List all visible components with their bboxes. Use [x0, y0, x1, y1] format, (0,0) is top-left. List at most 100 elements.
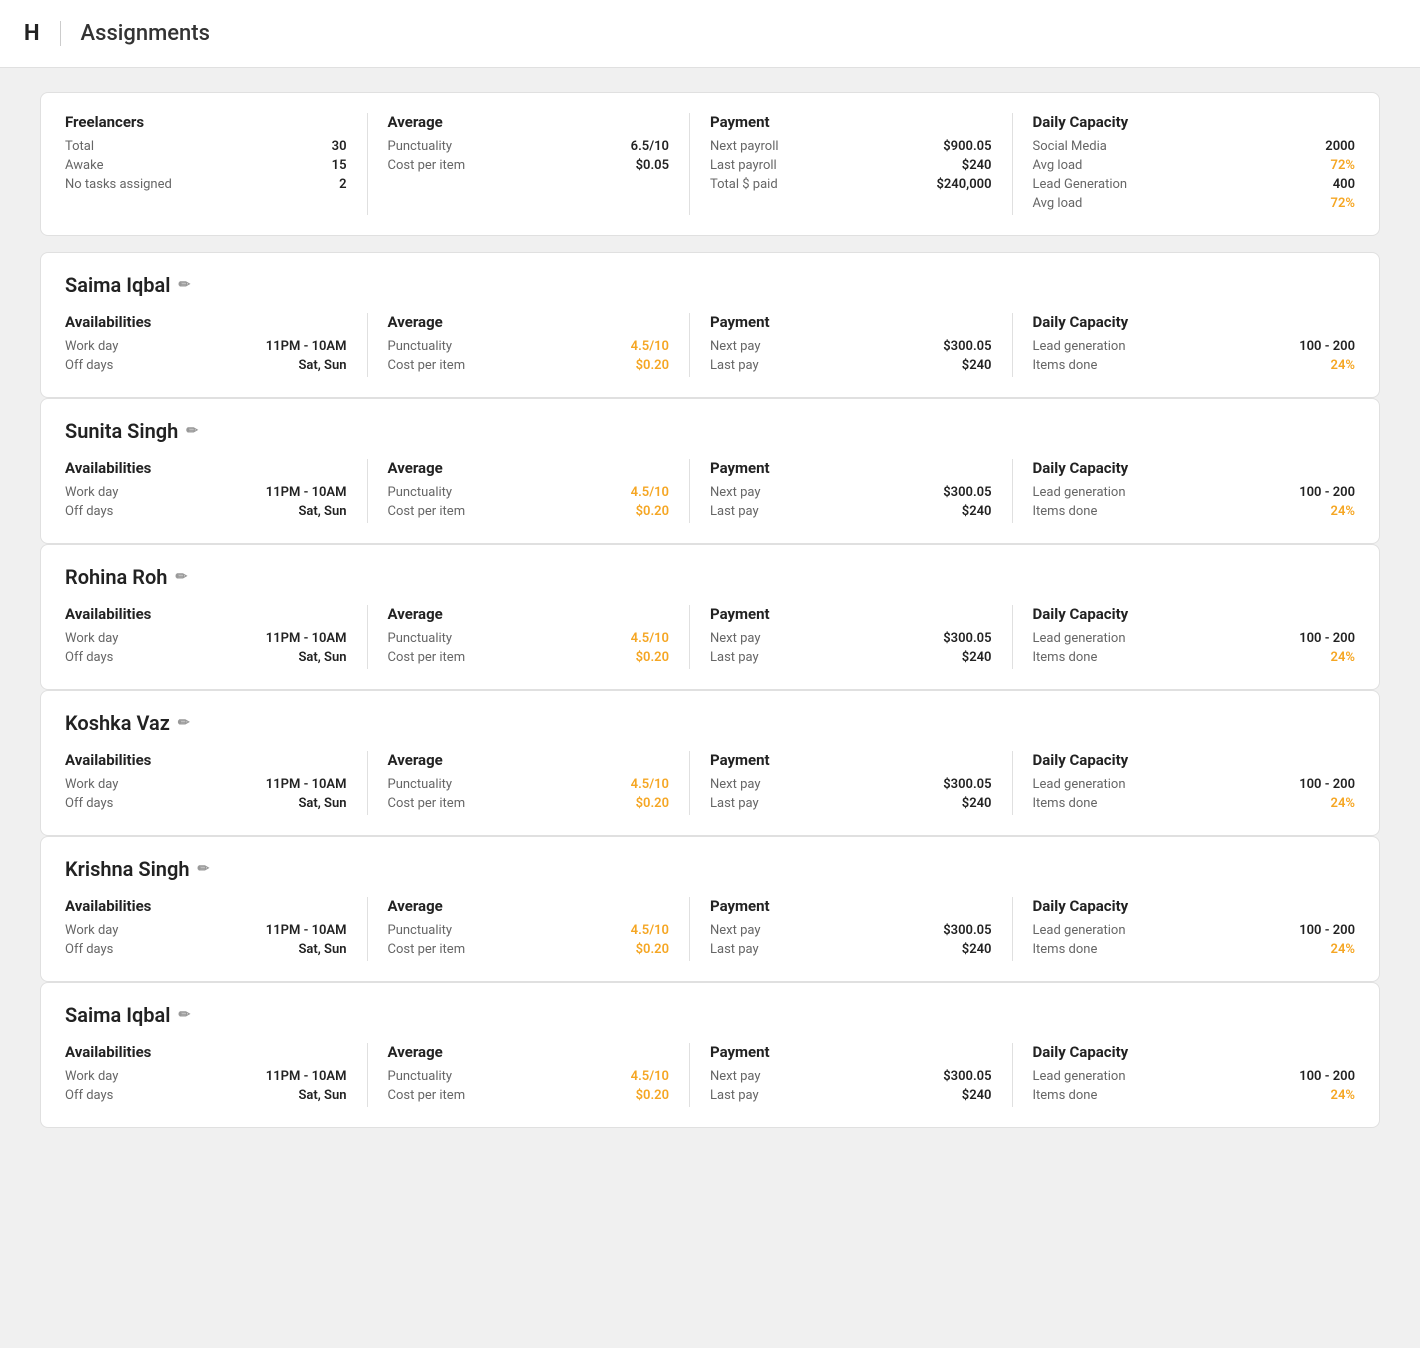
card-section: Daily Capacity Lead generation100 - 200 It…	[1033, 751, 1356, 815]
section-row: Next pay $300.05	[710, 339, 992, 354]
summary-payment-section: Payment Next payroll $900.05 Last payrol…	[710, 113, 1013, 215]
freelancer-name: Krishna Singh ✏	[65, 857, 1355, 881]
row-label: Next pay	[710, 777, 761, 792]
row-label: Off days	[65, 942, 113, 957]
row-label: Next pay	[710, 923, 761, 938]
page-title: Assignments	[81, 21, 210, 46]
summary-payment-title: Payment	[710, 113, 992, 131]
row-value: 24%	[1331, 504, 1355, 519]
card-section: AveragePunctuality4.5/10Cost per item$0.…	[388, 751, 691, 815]
freelancer-card-grid: AvailabilitiesWork day11PM - 10AMOff day…	[65, 897, 1355, 961]
summary-nextpayroll-value: $900.05	[943, 139, 991, 154]
row-label: Punctuality	[388, 339, 453, 354]
edit-icon[interactable]: ✏	[178, 277, 190, 293]
edit-icon[interactable]: ✏	[186, 423, 198, 439]
section-title: Daily Capacity	[1033, 1043, 1356, 1061]
section-row: Lead generation100 - 200	[1033, 777, 1356, 792]
edit-icon[interactable]: ✏	[178, 715, 190, 731]
row-value: Sat, Sun	[298, 796, 346, 811]
section-title: Payment	[710, 459, 992, 477]
section-row: Work day11PM - 10AM	[65, 1069, 347, 1084]
row-label: Last pay	[710, 650, 759, 665]
section-title: Average	[388, 1043, 670, 1061]
summary-costperitem-label: Cost per item	[388, 158, 466, 173]
section-title: Payment	[710, 897, 992, 915]
row-value: $300.05	[943, 777, 991, 792]
summary-nextpayroll-row: Next payroll $900.05	[710, 139, 992, 154]
row-label: Punctuality	[388, 485, 453, 500]
row-value: 100 - 200	[1299, 1069, 1355, 1084]
freelancer-card-grid: AvailabilitiesWork day11PM - 10AMOff day…	[65, 605, 1355, 669]
freelancer-card-grid: AvailabilitiesWork day11PM - 10AMOff day…	[65, 1043, 1355, 1107]
row-label: Off days	[65, 1088, 113, 1103]
section-title: Daily Capacity	[1033, 459, 1356, 477]
edit-icon[interactable]: ✏	[175, 569, 187, 585]
section-row: Last pay$240	[710, 504, 992, 519]
section-row: Off daysSat, Sun	[65, 650, 347, 665]
edit-icon[interactable]: ✏	[198, 861, 210, 877]
row-label: Next pay	[710, 485, 761, 500]
section-title: Average	[388, 313, 670, 331]
freelancer-name: Koshka Vaz ✏	[65, 711, 1355, 735]
section-row: Work day11PM - 10AM	[65, 777, 347, 792]
summary-totalpaid-value: $240,000	[936, 177, 991, 192]
section-row: Off daysSat, Sun	[65, 796, 347, 811]
section-row: Lead generation100 - 200	[1033, 923, 1356, 938]
summary-nextpayroll-label: Next payroll	[710, 139, 779, 154]
section-row: Punctuality4.5/10	[388, 923, 670, 938]
row-value: $0.20	[636, 796, 669, 811]
section-row: Off daysSat, Sun	[65, 942, 347, 957]
section-title: Availabilities	[65, 459, 347, 477]
row-value: $300.05	[943, 339, 991, 354]
freelancer-card-grid: AvailabilitiesWork day11PM - 10AMOff day…	[65, 751, 1355, 815]
card-section: Payment Next pay$300.05 Last pay$240	[710, 459, 1013, 523]
row-value: 4.5/10	[631, 923, 669, 938]
section-row: Cost per item $0.20	[388, 942, 670, 957]
row-label: Cost per item	[388, 796, 466, 811]
summary-average-section: Average Punctuality 6.5/10 Cost per item…	[388, 113, 691, 215]
row-value: 24%	[1331, 1088, 1355, 1103]
section-row: Cost per item $0.20	[388, 796, 670, 811]
section-title: Daily Capacity	[1033, 313, 1356, 331]
section-row: Cost per item$0.20	[388, 504, 670, 519]
section-row: Work day11PM - 10AM	[65, 923, 347, 938]
section-row: Lead generation100 - 200	[1033, 631, 1356, 646]
row-label: Cost per item	[388, 942, 466, 957]
edit-icon[interactable]: ✏	[178, 1007, 190, 1023]
row-value: 11PM - 10AM	[266, 923, 347, 938]
header: H Assignments	[0, 0, 1420, 68]
card-section: AveragePunctuality4.5/10Cost per item$0.…	[388, 1043, 691, 1107]
card-section: PaymentNext pay$300.05Last pay$240	[710, 605, 1013, 669]
section-row: Items done24%	[1033, 796, 1356, 811]
summary-punctuality-label: Punctuality	[388, 139, 453, 154]
section-row: Last pay$240	[710, 1088, 992, 1103]
row-label: Next pay	[710, 339, 761, 354]
row-value: 100 - 200	[1299, 339, 1355, 354]
card-section: Daily CapacityLead generation100 - 200It…	[1033, 1043, 1356, 1107]
row-value: 24%	[1331, 796, 1355, 811]
section-title: Payment	[710, 313, 992, 331]
summary-card: Freelancers Total 30 Awake 15 No tasks a…	[40, 92, 1380, 236]
row-value: Sat, Sun	[298, 650, 346, 665]
card-section: AvailabilitiesWork day11PM - 10AMOff day…	[65, 605, 368, 669]
section-row: Next pay$300.05	[710, 1069, 992, 1084]
section-title: Daily Capacity	[1033, 751, 1356, 769]
row-value: $0.20	[636, 942, 669, 957]
freelancer-name: Rohina Roh ✏	[65, 565, 1355, 589]
summary-lastpayroll-label: Last payroll	[710, 158, 777, 173]
row-label: Punctuality	[388, 1069, 453, 1084]
freelancer-card: Krishna Singh ✏ AvailabilitiesWork day11P…	[40, 836, 1380, 982]
row-value: $240	[962, 942, 992, 957]
row-value: 11PM - 10AM	[266, 485, 347, 500]
section-title: Payment	[710, 751, 992, 769]
section-row: Next pay$300.05	[710, 485, 992, 500]
section-row: Punctuality4.5/10	[388, 485, 670, 500]
row-value: 24%	[1331, 650, 1355, 665]
row-label: Work day	[65, 339, 118, 354]
summary-dailycapacity-section: Daily Capacity Social Media 2000 Avg loa…	[1033, 113, 1356, 215]
row-label: Items done	[1033, 1088, 1098, 1103]
row-label: Work day	[65, 1069, 118, 1084]
row-value: 100 - 200	[1299, 485, 1355, 500]
row-value: $0.20	[636, 650, 669, 665]
section-row: Punctuality4.5/10	[388, 1069, 670, 1084]
